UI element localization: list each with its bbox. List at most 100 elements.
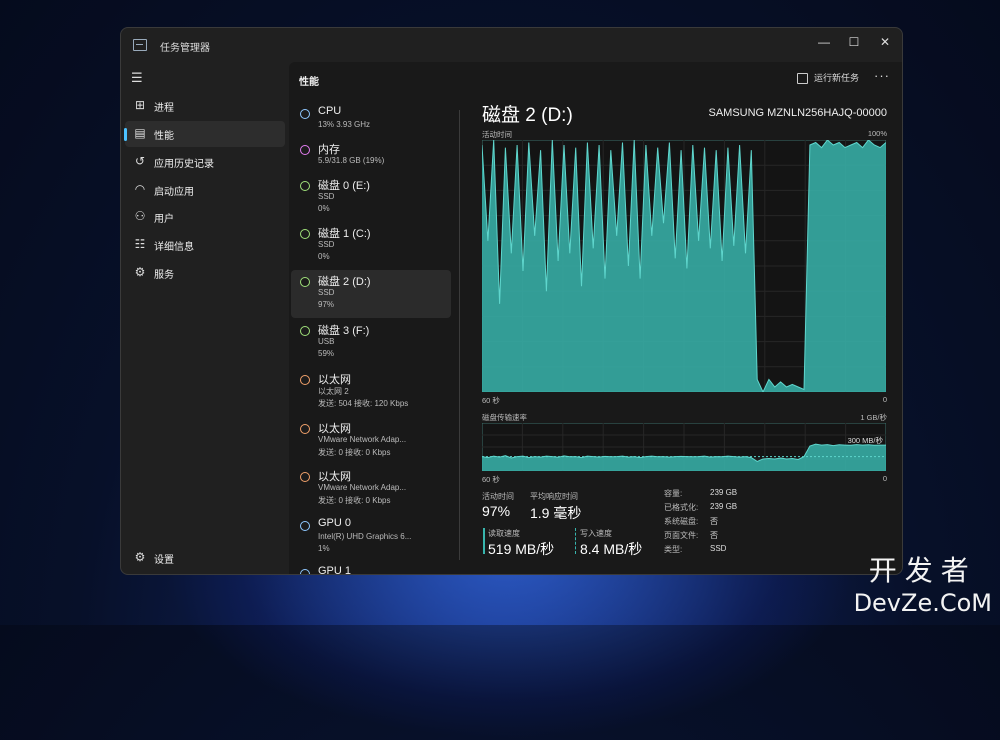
run-new-task-button[interactable]: 运行新任务 <box>797 71 859 89</box>
close-button[interactable]: ✕ <box>870 32 900 52</box>
device-status-dot <box>300 472 310 482</box>
sidebar-item-label: 进程 <box>154 103 174 114</box>
prop-value: 239 GB <box>710 488 738 497</box>
chart1-label: 活动时间 <box>482 130 512 139</box>
device-disk-3[interactable]: 磁盘 3 (F:) USB 59% <box>291 319 451 367</box>
sidebar-item-users[interactable]: ⚇ 用户 <box>125 204 285 230</box>
chart2-label: 磁盘传输速率 <box>482 413 527 422</box>
device-name: 磁盘 1 (C:) <box>318 228 371 240</box>
page-title: 性能 <box>299 77 319 88</box>
device-status-dot <box>300 181 310 191</box>
watermark-line2: DevZe.CoM <box>853 589 992 617</box>
device-ethernet-2[interactable]: 以太网 VMware Network Adap... 发送: 0 接收: 0 K… <box>291 417 451 465</box>
sidebar-item-services[interactable]: ⚙ 服务 <box>125 260 285 286</box>
chart2-xlabel: 60 秒 <box>482 475 500 484</box>
device-gpu-0[interactable]: GPU 0 Intel(R) UHD Graphics 6... 1% <box>291 514 451 562</box>
device-list: CPU 13% 3.93 GHz 内存 5.9/31.8 GB (19%) 磁盘… <box>289 96 457 574</box>
device-detail: VMware Network Adap... <box>318 483 407 492</box>
device-usage: 发送: 0 接收: 0 Kbps <box>318 496 391 505</box>
gear-icon: ⚙ <box>134 550 146 564</box>
sidebar-item-performance[interactable]: ▤ 性能 <box>124 121 285 147</box>
device-disk-1[interactable]: 磁盘 1 (C:) SSD 0% <box>291 222 451 270</box>
device-status-dot <box>300 277 310 287</box>
device-status-dot <box>300 521 310 531</box>
sidebar-item-processes[interactable]: ⊞ 进程 <box>125 93 285 119</box>
read-speed-label: 读取速度 <box>488 529 520 538</box>
device-disk-0[interactable]: 磁盘 0 (E:) SSD 0% <box>291 174 451 222</box>
write-indicator <box>575 528 576 554</box>
sidebar: ☰ ⊞ 进程 ▤ 性能 ↺ 应用历史记录 ◠ 启动应用 ⚇ 用户 ☷ 详细信息 … <box>121 62 289 574</box>
active-time-chart <box>482 140 886 392</box>
sidebar-item-label: 用户 <box>154 214 174 225</box>
menu-icon[interactable]: ☰ <box>131 70 145 85</box>
titlebar[interactable]: 任务管理器 — ☐ ✕ <box>121 28 902 62</box>
sidebar-item-startup[interactable]: ◠ 启动应用 <box>125 177 285 203</box>
chart1-min: 0 <box>882 395 887 404</box>
device-name: 磁盘 3 (F:) <box>318 325 370 337</box>
prop-value: 否 <box>710 517 718 526</box>
prop-label: 页面文件: <box>664 531 699 540</box>
sidebar-item-settings[interactable]: ⚙ 设置 <box>125 545 285 571</box>
read-speed-value: 519 MB/秒 <box>488 541 555 557</box>
task-manager-window: 任务管理器 — ☐ ✕ ☰ ⊞ 进程 ▤ 性能 ↺ 应用历史记录 ◠ 启动应用 … <box>120 27 903 575</box>
device-name: CPU <box>318 105 342 117</box>
performance-icon: ▤ <box>134 126 146 140</box>
chart2-min: 0 <box>882 474 887 483</box>
device-status-dot <box>300 375 310 385</box>
device-name: GPU 1 <box>318 565 352 574</box>
processes-icon: ⊞ <box>134 98 146 112</box>
device-detail: VMware Network Adap... <box>318 435 407 444</box>
device-usage: 0% <box>318 252 330 261</box>
chart1-xlabel: 60 秒 <box>482 396 500 405</box>
device-status-dot <box>300 424 310 434</box>
sidebar-item-app-history[interactable]: ↺ 应用历史记录 <box>125 149 285 175</box>
active-time-label: 活动时间 <box>482 492 514 501</box>
sidebar-item-label: 详细信息 <box>154 242 194 253</box>
history-icon: ↺ <box>134 154 146 168</box>
device-ethernet-3[interactable]: 以太网 VMware Network Adap... 发送: 0 接收: 0 K… <box>291 465 451 513</box>
minimize-button[interactable]: — <box>809 32 839 52</box>
prop-label: 已格式化: <box>664 503 699 512</box>
sidebar-item-label: 设置 <box>154 555 174 566</box>
chart2-max: 1 GB/秒 <box>860 413 887 422</box>
active-indicator <box>124 128 127 141</box>
device-gpu-1[interactable]: GPU 1 <box>291 562 451 574</box>
write-speed-label: 写入速度 <box>580 529 612 538</box>
device-name: 磁盘 2 (D:) <box>318 276 371 288</box>
device-detail: 13% 3.93 GHz <box>318 120 371 129</box>
window-title: 任务管理器 <box>160 43 210 54</box>
new-task-icon <box>797 73 808 85</box>
startup-icon: ◠ <box>134 182 146 196</box>
main-content: 性能 运行新任务 ··· CPU 13% 3.93 GHz 内存 5.9/31.… <box>289 62 902 574</box>
active-time-value: 97% <box>482 503 511 519</box>
prop-label: 类型: <box>664 545 683 554</box>
device-detail: Intel(R) UHD Graphics 6... <box>318 532 412 541</box>
more-options-button[interactable]: ··· <box>874 68 890 83</box>
device-detail: SSD <box>318 192 335 201</box>
device-detail: USB <box>318 337 335 346</box>
sidebar-item-label: 应用历史记录 <box>154 159 214 170</box>
device-usage: 发送: 504 接收: 120 Kbps <box>318 399 409 408</box>
sidebar-item-label: 服务 <box>154 270 174 281</box>
disk-model: SAMSUNG MZNLN256HAJQ-00000 <box>708 107 887 119</box>
sidebar-item-label: 启动应用 <box>154 187 194 198</box>
device-disk-2[interactable]: 磁盘 2 (D:) SSD 97% <box>291 270 451 318</box>
device-ethernet-1[interactable]: 以太网 以太网 2 发送: 504 接收: 120 Kbps <box>291 368 451 416</box>
disk-detail-panel: 磁盘 2 (D:) SAMSUNG MZNLN256HAJQ-00000 活动时… <box>482 100 887 570</box>
device-status-dot <box>300 326 310 336</box>
device-usage: 0% <box>318 204 330 213</box>
panel-divider[interactable] <box>459 110 460 560</box>
device-name: 磁盘 0 (E:) <box>318 180 370 192</box>
maximize-button[interactable]: ☐ <box>839 32 869 52</box>
task-manager-icon <box>133 39 147 51</box>
device-detail: 以太网 2 <box>318 387 349 396</box>
sidebar-item-details[interactable]: ☷ 详细信息 <box>125 232 285 258</box>
device-status-dot <box>300 569 310 574</box>
disk-title: 磁盘 2 (D:) <box>482 105 573 126</box>
read-indicator <box>483 528 485 554</box>
device-name: 内存 <box>318 144 340 156</box>
device-name: 以太网 <box>318 471 351 483</box>
device-usage: 发送: 0 接收: 0 Kbps <box>318 448 391 457</box>
prop-value: 否 <box>710 531 718 540</box>
device-name: 以太网 <box>318 374 351 386</box>
